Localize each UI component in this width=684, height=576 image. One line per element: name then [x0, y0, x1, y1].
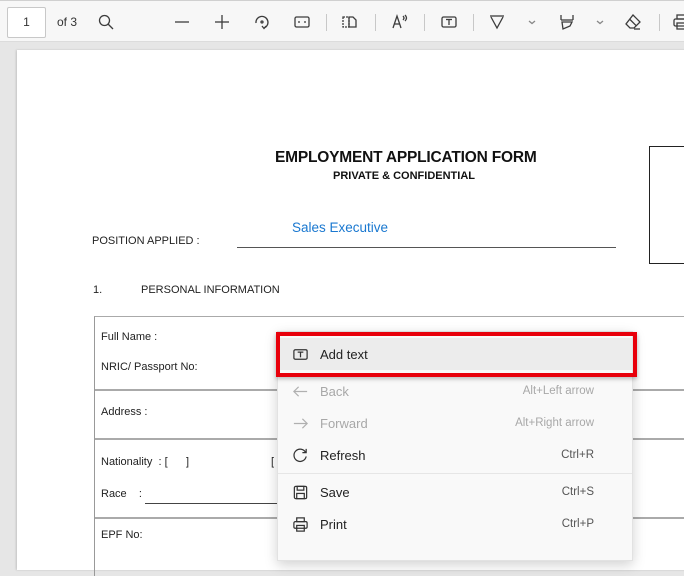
print-icon[interactable]	[670, 11, 684, 33]
forward-arrow-icon	[290, 413, 310, 433]
toolbar-separator	[659, 14, 660, 31]
menu-item-label: Refresh	[320, 447, 366, 463]
toolbar-separator	[473, 14, 474, 31]
menu-item-label: Print	[320, 516, 347, 532]
menu-item-label: Forward	[320, 415, 368, 431]
search-icon[interactable]	[95, 11, 117, 33]
toolbar-separator	[424, 14, 425, 31]
highlight-icon[interactable]	[556, 11, 578, 33]
menu-item-label: Back	[320, 383, 349, 399]
menu-item-shortcut: Alt+Left arrow	[522, 385, 594, 397]
read-aloud-icon[interactable]	[389, 11, 411, 33]
zoom-out-icon[interactable]	[171, 11, 193, 33]
menu-item-refresh[interactable]: Refresh Ctrl+R	[278, 439, 632, 471]
menu-separator	[278, 473, 632, 474]
menu-item-shortcut: Ctrl+R	[561, 449, 594, 461]
eraser-icon[interactable]	[622, 11, 644, 33]
nationality-bracket: [	[271, 456, 275, 468]
pdf-toolbar: 1 of 3	[0, 0, 684, 42]
menu-item-shortcut: Alt+Right arrow	[515, 417, 594, 429]
full-name-label: Full Name :	[101, 331, 158, 343]
highlight-options-chevron-icon[interactable]	[589, 11, 611, 33]
menu-item-back[interactable]: Back Alt+Left arrow	[278, 375, 632, 407]
draw-options-chevron-icon[interactable]	[521, 11, 543, 33]
zoom-in-icon[interactable]	[211, 11, 233, 33]
page-number-input[interactable]: 1	[7, 7, 46, 38]
back-arrow-icon	[290, 381, 310, 401]
page-total-label: of 3	[57, 15, 78, 29]
menu-item-forward[interactable]: Forward Alt+Right arrow	[278, 407, 632, 439]
rotate-icon[interactable]	[251, 11, 273, 33]
race-label: Race :	[101, 488, 142, 500]
position-applied-label: POSITION APPLIED :	[92, 235, 200, 247]
fit-width-icon[interactable]	[291, 11, 313, 33]
save-icon	[290, 482, 310, 502]
nationality-label: Nationality : [ ]	[101, 456, 190, 468]
refresh-icon	[290, 445, 310, 465]
position-applied-value[interactable]: Sales Executive	[292, 220, 388, 235]
section-number: 1.	[93, 284, 103, 296]
menu-item-label: Save	[320, 484, 350, 500]
draw-icon[interactable]	[486, 11, 508, 33]
menu-item-print[interactable]: Print Ctrl+P	[278, 508, 632, 540]
add-text-icon[interactable]	[438, 11, 460, 33]
address-label: Address :	[101, 406, 148, 418]
menu-item-save[interactable]: Save Ctrl+S	[278, 476, 632, 508]
epf-label: EPF No:	[101, 529, 143, 541]
form-subtitle: PRIVATE & CONFIDENTIAL	[333, 170, 475, 182]
section-title: PERSONAL INFORMATION	[141, 284, 280, 296]
menu-item-shortcut: Ctrl+S	[561, 486, 594, 498]
photo-box	[649, 146, 684, 264]
print-icon	[290, 514, 310, 534]
position-applied-line	[237, 247, 616, 248]
annotation-highlight-box	[276, 332, 637, 377]
menu-item-shortcut: Ctrl+P	[561, 518, 594, 530]
form-title: EMPLOYMENT APPLICATION FORM	[275, 149, 537, 166]
toolbar-separator	[326, 14, 327, 31]
nric-label: NRIC/ Passport No:	[101, 361, 198, 373]
toolbar-separator	[375, 14, 376, 31]
page-view-icon[interactable]	[339, 11, 361, 33]
